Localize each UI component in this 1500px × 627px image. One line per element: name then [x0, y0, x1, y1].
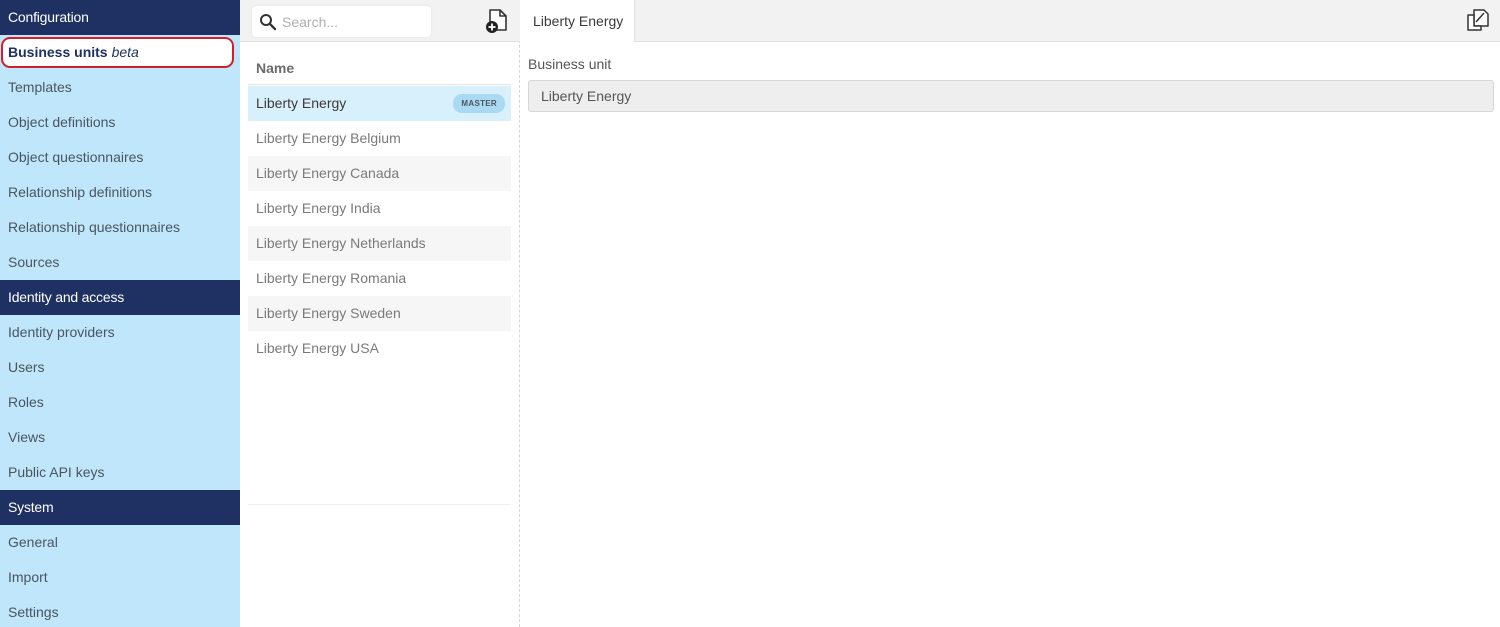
sidebar-item-label: Identity providers: [8, 324, 115, 340]
list-row[interactable]: Liberty Energy India: [248, 191, 511, 226]
sidebar-item-users[interactable]: Users: [0, 350, 240, 385]
sidebar-item-label: Relationship definitions: [8, 184, 152, 200]
sidebar: Configuration Business units beta Templates…: [0, 0, 240, 627]
sidebar-item-label: General: [8, 534, 58, 550]
sidebar-item-label: Relationship questionnaires: [8, 219, 180, 235]
sidebar-item-roles[interactable]: Roles: [0, 385, 240, 420]
business-unit-field-label: Business unit: [528, 56, 612, 72]
sidebar-item-label: Object definitions: [8, 114, 116, 130]
business-unit-name: Liberty Energy Canada: [256, 165, 400, 181]
business-unit-name: Liberty Energy Netherlands: [256, 235, 426, 251]
sidebar-item-templates[interactable]: Templates: [0, 70, 240, 105]
search-input[interactable]: [282, 6, 428, 37]
sidebar-item-relationship-definitions[interactable]: Relationship definitions: [0, 175, 240, 210]
sidebar-item-label: Roles: [8, 394, 44, 410]
sidebar-item-label: Sources: [8, 254, 60, 270]
list-row[interactable]: Liberty Energy Canada: [248, 156, 511, 191]
section-header-configuration: Configuration: [0, 0, 240, 35]
list-row[interactable]: Liberty Energy Sweden: [248, 296, 511, 331]
section-header-system: System: [0, 490, 240, 525]
tab-bar: Liberty Energy: [520, 0, 1500, 42]
sidebar-item-label: Object questionnaires: [8, 149, 144, 165]
business-unit-name: Liberty Energy Romania: [256, 270, 407, 286]
business-unit-name: Liberty Energy USA: [256, 340, 379, 356]
sidebar-item-label: Settings: [8, 604, 59, 620]
sidebar-item-label: Business units: [8, 44, 108, 60]
business-unit-name: Liberty Energy Sweden: [256, 305, 401, 321]
app-window: Configuration Business units beta Templates…: [0, 0, 1500, 627]
business-unit-name: Liberty Energy: [256, 95, 347, 111]
copy-icon[interactable]: [1466, 8, 1490, 32]
sidebar-item-public-api-keys[interactable]: Public API keys: [0, 455, 240, 490]
business-unit-name: Liberty Energy India: [256, 200, 381, 216]
sidebar-item-sources[interactable]: Sources: [0, 245, 240, 280]
tab-business-unit[interactable]: Liberty Energy: [520, 0, 635, 42]
business-unit-list-pane: Name Liberty Energy MASTER Liberty Energy …: [240, 0, 520, 627]
sidebar-item-object-definitions[interactable]: Object definitions: [0, 105, 240, 140]
divider: [248, 504, 511, 505]
sidebar-item-label: Users: [8, 359, 45, 375]
sidebar-item-object-questionnaires[interactable]: Object questionnaires: [0, 140, 240, 175]
list-row[interactable]: Liberty Energy MASTER: [248, 86, 511, 121]
list-row[interactable]: Liberty Energy Romania: [248, 261, 511, 296]
list-row[interactable]: Liberty Energy USA: [248, 331, 511, 366]
section-header-identity-and-access: Identity and access: [0, 280, 240, 315]
sidebar-item-views[interactable]: Views: [0, 420, 240, 455]
list-row[interactable]: Liberty Energy Netherlands: [248, 226, 511, 261]
name-column-header[interactable]: Name: [248, 50, 511, 85]
sidebar-item-label: Views: [8, 429, 46, 445]
list-toolbar: [240, 0, 520, 42]
sidebar-item-business-units[interactable]: Business units beta: [1, 37, 234, 68]
sidebar-item-general[interactable]: General: [0, 525, 240, 560]
add-document-icon[interactable]: [484, 8, 510, 34]
detail-pane: Liberty Energy Business unit Liberty Ene…: [520, 0, 1500, 627]
business-unit-name: Liberty Energy Belgium: [256, 130, 401, 146]
sidebar-item-settings[interactable]: Settings: [0, 595, 240, 627]
sidebar-item-import[interactable]: Import: [0, 560, 240, 595]
sidebar-item-label: Public API keys: [8, 464, 105, 480]
search-box[interactable]: [252, 6, 431, 37]
business-unit-list: Liberty Energy MASTER Liberty Energy Belgi…: [248, 86, 511, 366]
sidebar-item-identity-providers[interactable]: Identity providers: [0, 315, 240, 350]
sidebar-item-label: Import: [8, 569, 48, 585]
search-icon: [260, 14, 277, 31]
list-row[interactable]: Liberty Energy Belgium: [248, 121, 511, 156]
sidebar-item-relationship-questionnaires[interactable]: Relationship questionnaires: [0, 210, 240, 245]
business-unit-field[interactable]: Liberty Energy: [528, 80, 1494, 112]
master-badge: MASTER: [453, 94, 505, 113]
sidebar-item-label: Templates: [8, 79, 72, 95]
beta-tag: beta: [111, 44, 139, 60]
